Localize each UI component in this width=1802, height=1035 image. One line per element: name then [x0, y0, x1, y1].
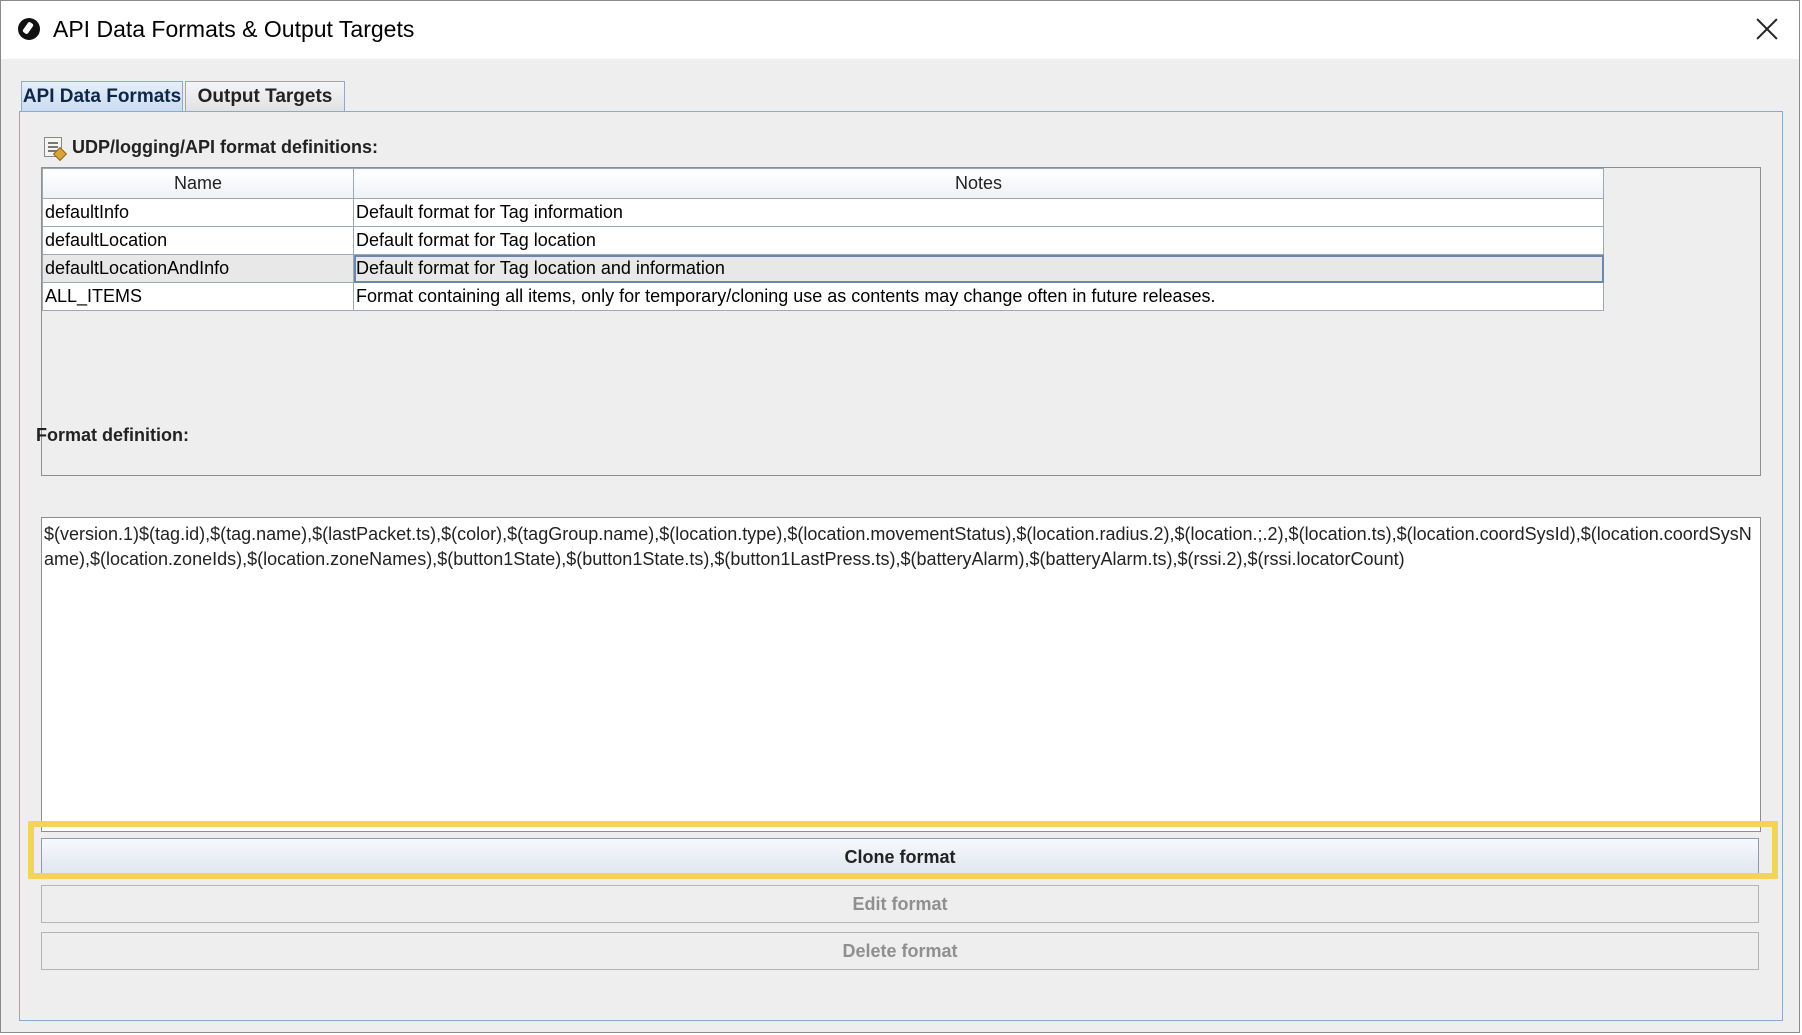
tab-output-targets[interactable]: Output Targets [185, 81, 345, 111]
row-name-cell[interactable]: defaultInfo [42, 198, 355, 227]
title-bar: API Data Formats & Output Targets [1, 1, 1799, 59]
table-row[interactable]: defaultInfo Default format for Tag infor… [42, 198, 1604, 227]
document-edit-icon [44, 137, 62, 157]
formats-table: Name Notes defaultInfo Default format fo… [42, 168, 1604, 311]
row-notes-cell[interactable]: Format containing all items, only for te… [353, 282, 1604, 311]
app-icon [18, 18, 40, 40]
table-row[interactable]: ALL_ITEMS Format containing all items, o… [42, 282, 1604, 311]
tab-panel: UDP/logging/API format definitions: Name… [19, 111, 1783, 1021]
row-name-cell[interactable]: defaultLocationAndInfo [42, 254, 355, 283]
dialog-window: API Data Formats & Output Targets API Da… [0, 0, 1800, 1033]
delete-format-button[interactable]: Delete format [41, 932, 1759, 970]
definition-section-label: Format definition: [36, 425, 189, 445]
column-header-name[interactable]: Name [42, 168, 355, 199]
row-notes-cell[interactable]: Default format for Tag location [353, 226, 1604, 255]
window-title: API Data Formats & Output Targets [53, 16, 415, 42]
edit-format-button[interactable]: Edit format [41, 885, 1759, 923]
table-row[interactable]: defaultLocation Default format for Tag l… [42, 226, 1604, 255]
row-name-cell[interactable]: ALL_ITEMS [42, 282, 355, 311]
tab-api-data-formats[interactable]: API Data Formats [21, 81, 183, 113]
row-name-cell[interactable]: defaultLocation [42, 226, 355, 255]
row-notes-cell[interactable]: Default format for Tag location and info… [353, 254, 1604, 283]
format-definition-textarea[interactable]: $(version.1)$(tag.id),$(tag.name),$(last… [41, 517, 1761, 832]
close-icon[interactable] [1749, 11, 1785, 47]
row-notes-cell[interactable]: Default format for Tag information [353, 198, 1604, 227]
clone-format-button[interactable]: Clone format [41, 838, 1759, 876]
formats-section-label: UDP/logging/API format definitions: [72, 137, 378, 157]
column-header-notes[interactable]: Notes [353, 168, 1604, 199]
formats-table-scrollpane[interactable]: Name Notes defaultInfo Default format fo… [41, 167, 1761, 476]
table-row-selected[interactable]: defaultLocationAndInfo Default format fo… [42, 254, 1604, 283]
